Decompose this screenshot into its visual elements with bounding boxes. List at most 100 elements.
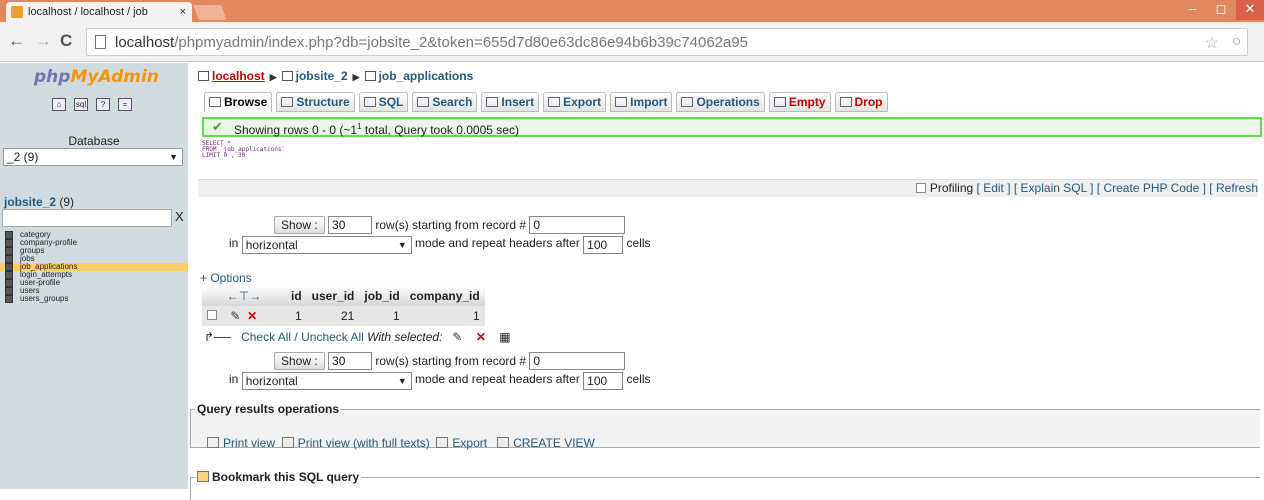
query-links[interactable]: [ Edit ] [ Explain SQL ] [ Create PHP Co… xyxy=(977,181,1258,195)
docs-icon[interactable]: ? xyxy=(96,98,110,111)
tab-drop[interactable]: Drop xyxy=(834,92,888,112)
check-all-arrow-icon: ↱── xyxy=(204,330,232,344)
database-select[interactable]: _2 (9) ▼ xyxy=(3,148,183,166)
settings-icon[interactable]: = xyxy=(118,98,132,111)
qro-legend: Query results operations xyxy=(197,402,340,416)
print-view-full-link[interactable]: Print view (with full texts) xyxy=(298,436,430,450)
breadcrumb-server[interactable]: localhost xyxy=(212,69,265,83)
repeat-headers-input[interactable]: 100 xyxy=(583,236,624,254)
tab-search[interactable]: Search xyxy=(412,92,478,112)
tab-browse[interactable]: Browse xyxy=(204,92,273,112)
show-button-bottom[interactable]: Show : xyxy=(274,352,325,370)
empty-icon xyxy=(773,97,786,107)
breadcrumb-table[interactable]: job_applications xyxy=(379,69,474,83)
maximize-icon[interactable]: ◻ xyxy=(1208,0,1234,20)
table-filter-input[interactable] xyxy=(2,209,172,227)
breadcrumb-arrow-icon: ▶ xyxy=(352,72,360,82)
create-view-icon xyxy=(497,437,510,448)
address-bar[interactable]: localhost/phpmyadmin/index.php?db=jobsit… xyxy=(86,28,1248,56)
column-header-id[interactable]: id xyxy=(286,286,307,306)
column-arrows-icon[interactable]: ←⊤→ xyxy=(202,286,286,306)
close-window-icon[interactable]: ✕ xyxy=(1236,0,1264,20)
browse-icon xyxy=(209,97,221,107)
export-icon xyxy=(548,97,561,107)
tab-close-icon[interactable]: × xyxy=(180,2,186,22)
results-table: ←⊤→ id user_id job_id company_id ✎ ✕ 1 2… xyxy=(202,286,485,326)
main-content: localhost ▶ jobsite_2 ▶ job_applications Bro… xyxy=(190,63,1264,500)
breadcrumb-database[interactable]: jobsite_2 xyxy=(296,69,348,83)
tab-sql[interactable]: SQL xyxy=(358,92,409,112)
phpmyadmin-logo[interactable]: phpMyAdmin xyxy=(34,67,159,87)
forward-arrow-icon[interactable]: → xyxy=(35,31,52,51)
check-all-link[interactable]: Check All / Uncheck All xyxy=(241,330,364,344)
minimize-icon[interactable]: – xyxy=(1180,0,1206,20)
row-checkbox[interactable] xyxy=(207,310,217,320)
show-button[interactable]: Show : xyxy=(274,216,325,234)
profiling-checkbox[interactable] xyxy=(915,183,926,193)
home-icon[interactable]: ⌂ xyxy=(52,98,66,111)
tab-import[interactable]: Import xyxy=(610,92,673,112)
rows-input-bottom[interactable]: 30 xyxy=(328,352,373,370)
bulk-export-icon[interactable]: ▦ xyxy=(499,330,510,344)
success-message: ✔ Showing rows 0 - 0 (~11 total, Query t… xyxy=(202,117,1262,137)
options-link[interactable]: + Options xyxy=(200,271,252,285)
column-header-user-id[interactable]: user_id xyxy=(306,286,360,306)
edit-pencil-icon[interactable]: ✎ xyxy=(230,309,240,323)
create-view-link[interactable]: CREATE VIEW xyxy=(513,436,595,450)
table-icon[interactable] xyxy=(5,295,13,303)
table-icon[interactable] xyxy=(5,231,13,239)
table-row: ✎ ✕ 1 21 1 1 xyxy=(202,306,485,326)
cell-job-id: 1 xyxy=(359,306,405,326)
tab-operations[interactable]: Operations xyxy=(676,92,765,112)
bookmark-section: Bookmark this SQL query xyxy=(190,470,1260,500)
browser-tab[interactable]: localhost / localhost / job × xyxy=(6,2,192,22)
sidebar-table-item[interactable]: users_groups xyxy=(0,295,188,303)
new-tab-button[interactable] xyxy=(193,5,227,20)
search-icon xyxy=(417,97,430,107)
extension-icon[interactable]: ○ xyxy=(1232,33,1241,50)
print-view-link[interactable]: Print view xyxy=(223,436,275,450)
tab-structure[interactable]: Structure xyxy=(276,92,355,112)
rows-input[interactable]: 30 xyxy=(328,216,373,234)
display-mode-select[interactable]: horizontal ▼ xyxy=(241,236,412,254)
repeat-headers-input-bottom[interactable]: 100 xyxy=(583,372,624,390)
import-icon xyxy=(615,97,628,107)
back-arrow-icon[interactable]: ← xyxy=(8,31,25,51)
export-link[interactable]: Export xyxy=(452,436,487,450)
column-header-company-id[interactable]: company_id xyxy=(404,286,485,306)
table-icon[interactable] xyxy=(5,239,13,247)
bookmark-star-icon[interactable]: ☆ xyxy=(1205,33,1219,53)
start-record-input[interactable]: 0 xyxy=(529,216,626,234)
table-icon xyxy=(364,71,376,81)
bookmark-legend: Bookmark this SQL query xyxy=(195,470,361,484)
filter-clear-icon[interactable]: X xyxy=(175,209,184,224)
current-database-link[interactable]: jobsite_2 (9) xyxy=(4,195,74,209)
table-icon[interactable] xyxy=(5,279,13,287)
table-icon[interactable] xyxy=(5,247,13,255)
table-icon[interactable] xyxy=(5,263,13,271)
export-icon xyxy=(436,437,449,448)
reload-icon[interactable]: C xyxy=(60,31,72,51)
tab-insert[interactable]: Insert xyxy=(481,92,540,112)
start-record-input-bottom[interactable]: 0 xyxy=(529,352,626,370)
table-icon[interactable] xyxy=(5,271,13,279)
bulk-edit-icon[interactable]: ✎ xyxy=(452,330,462,344)
nav-row-top-2: in horizontal ▼ mode and repeat headers a… xyxy=(229,236,651,254)
bulk-delete-icon[interactable]: ✕ xyxy=(476,330,486,344)
delete-x-icon[interactable]: ✕ xyxy=(247,309,257,323)
display-mode-select-bottom[interactable]: horizontal ▼ xyxy=(241,372,412,390)
table-icon[interactable] xyxy=(5,287,13,295)
tab-empty[interactable]: Empty xyxy=(768,92,831,112)
table-icon[interactable] xyxy=(5,255,13,263)
check-icon: ✔ xyxy=(212,119,223,134)
browser-toolbar: ← → C localhost/phpmyadmin/index.php?db=… xyxy=(0,22,1264,62)
sidebar-table-label[interactable]: users_groups xyxy=(20,294,68,303)
with-selected-row: ↱── Check All / Uncheck All With selecte… xyxy=(204,330,511,344)
column-header-job-id[interactable]: job_id xyxy=(359,286,405,306)
tab-export[interactable]: Export xyxy=(543,92,607,112)
cell-user-id: 21 xyxy=(306,306,360,326)
print-full-icon xyxy=(281,437,294,448)
print-icon xyxy=(207,437,219,448)
sql-query-icon[interactable]: sql xyxy=(74,98,88,111)
url-text[interactable]: localhost/phpmyadmin/index.php?db=jobsit… xyxy=(115,34,748,51)
